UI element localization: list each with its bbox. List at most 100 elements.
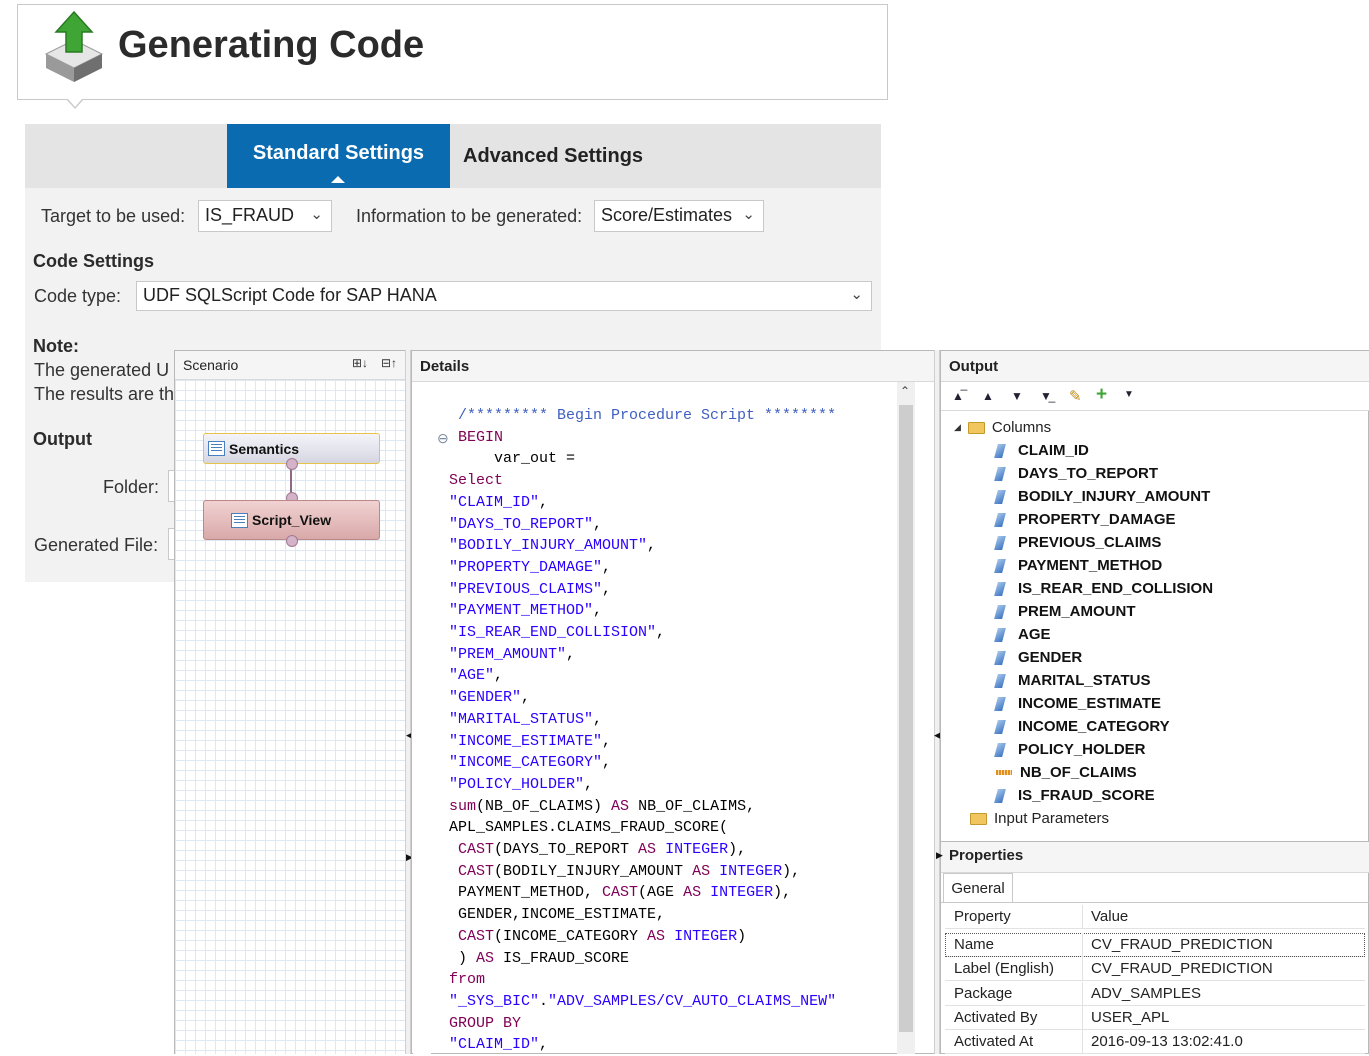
code-token: INTEGER bbox=[710, 884, 774, 902]
column-item[interactable]: AGE bbox=[994, 623, 1051, 646]
code-token: (INCOME_CATEGORY bbox=[494, 927, 648, 945]
column-divider bbox=[1082, 957, 1083, 982]
column-item[interactable]: GENDER bbox=[994, 646, 1082, 669]
column-item[interactable]: NB_OF_CLAIMS bbox=[996, 761, 1137, 784]
code-token: ), bbox=[728, 841, 747, 859]
property-row[interactable]: Name CV_FRAUD_PREDICTION bbox=[945, 933, 1365, 957]
code-token: "ADV_SAMPLES/CV_AUTO_CLAIMS_NEW" bbox=[548, 992, 837, 1010]
column-item[interactable]: MARITAL_STATUS bbox=[994, 669, 1151, 692]
column-item[interactable]: PREVIOUS_CLAIMS bbox=[994, 531, 1161, 554]
column-name: NB_OF_CLAIMS bbox=[1020, 764, 1137, 781]
code-token: "IS_REAR_END_COLLISION" bbox=[440, 624, 657, 642]
column-item[interactable]: CLAIM_ID bbox=[994, 439, 1089, 462]
edit-pencil-icon[interactable]: ✎ bbox=[1069, 387, 1082, 405]
attribute-icon bbox=[994, 535, 1006, 550]
code-token: from bbox=[440, 971, 486, 989]
scroll-up-icon[interactable]: ⌃ bbox=[900, 384, 910, 398]
properties-collapse-icon[interactable]: ▶ bbox=[936, 850, 943, 861]
collapse-all-icon[interactable]: ⊟↑ bbox=[381, 356, 397, 370]
chevron-down-icon: ⌄ bbox=[310, 206, 323, 223]
code-line: "IS_REAR_END_COLLISION", bbox=[440, 622, 836, 644]
code-token: AS bbox=[476, 949, 495, 967]
property-row[interactable]: Label (English) CV_FRAUD_PREDICTION bbox=[945, 957, 1365, 982]
scenario-title: Scenario bbox=[183, 357, 239, 373]
property-row[interactable]: Activated At 2016-09-13 13:02:41.0 bbox=[945, 1030, 1365, 1055]
column-item[interactable]: IS_REAR_END_COLLISION bbox=[994, 577, 1213, 600]
code-line: "PREM_AMOUNT", bbox=[440, 644, 836, 666]
column-name: PROPERTY_DAMAGE bbox=[1018, 511, 1176, 528]
code-type-select[interactable]: UDF SQLScript Code for SAP HANA ⌄ bbox=[136, 281, 872, 311]
active-tab-caret bbox=[331, 176, 345, 183]
column-item[interactable]: DAYS_TO_REPORT bbox=[994, 462, 1158, 485]
code-token: , bbox=[584, 775, 594, 793]
code-token: , bbox=[602, 754, 612, 772]
move-down-icon[interactable]: ▼ bbox=[1011, 389, 1023, 403]
script-view-node-icon bbox=[231, 512, 248, 528]
move-bottom-icon[interactable]: ▼̲ bbox=[1040, 389, 1052, 403]
column-name: BODILY_INJURY_AMOUNT bbox=[1018, 488, 1211, 505]
property-row[interactable]: Package ADV_SAMPLES bbox=[945, 981, 1365, 1006]
property-row[interactable]: Activated By USER_APL bbox=[945, 1005, 1365, 1030]
script-view-node-label: Script_View bbox=[252, 512, 332, 528]
info-select-value: Score/Estimates bbox=[601, 205, 733, 225]
columns-folder-row[interactable]: ◢ Columns bbox=[954, 416, 1051, 439]
column-item[interactable]: PAYMENT_METHOD bbox=[994, 554, 1162, 577]
code-token: "CLAIM_ID" bbox=[440, 1036, 540, 1054]
code-line: "PAYMENT_METHOD", bbox=[440, 600, 836, 622]
code-line: from bbox=[440, 969, 836, 991]
input-parameters-row[interactable]: Input Parameters bbox=[970, 807, 1109, 830]
tab-advanced-settings[interactable]: Advanced Settings bbox=[450, 124, 680, 188]
add-dropdown-icon[interactable]: ▼ bbox=[1124, 389, 1134, 400]
script-view-input-port[interactable] bbox=[286, 535, 298, 547]
page-title: Generating Code bbox=[118, 24, 425, 66]
property-key: Label (English) bbox=[954, 960, 1055, 978]
code-line: GROUP BY bbox=[440, 1013, 836, 1035]
code-type-value: UDF SQLScript Code for SAP HANA bbox=[143, 285, 437, 305]
move-up-icon[interactable]: ▲ bbox=[982, 389, 994, 403]
code-token: var_out = bbox=[440, 450, 576, 468]
code-line: "POLICY_HOLDER", bbox=[440, 774, 836, 796]
code-token: ) bbox=[737, 927, 747, 945]
tab-general[interactable]: General bbox=[943, 873, 1013, 903]
property-key: Activated At bbox=[954, 1033, 1034, 1051]
tree-expanded-icon[interactable]: ◢ bbox=[954, 422, 961, 433]
attribute-icon bbox=[994, 627, 1006, 642]
code-token: (DAYS_TO_REPORT bbox=[494, 841, 639, 859]
column-item[interactable]: POLICY_HOLDER bbox=[994, 738, 1146, 761]
info-select[interactable]: Score/Estimates ⌄ bbox=[594, 200, 764, 232]
code-line: CAST(BODILY_INJURY_AMOUNT AS INTEGER), bbox=[440, 861, 836, 883]
generate-code-icon bbox=[44, 10, 104, 82]
code-token: "GENDER" bbox=[440, 689, 522, 707]
script-view-node[interactable]: Script_View bbox=[203, 500, 380, 540]
code-line: sum(NB_OF_CLAIMS) AS NB_OF_CLAIMS, bbox=[440, 796, 836, 818]
column-item[interactable]: INCOME_ESTIMATE bbox=[994, 692, 1161, 715]
code-scrollbar-thumb[interactable] bbox=[899, 405, 913, 1032]
code-line: Select bbox=[440, 470, 836, 492]
details-title: Details bbox=[420, 358, 470, 375]
properties-header-row: Property Value bbox=[945, 905, 1365, 929]
column-item[interactable]: IS_FRAUD_SCORE bbox=[994, 784, 1155, 807]
column-item[interactable]: PREM_AMOUNT bbox=[994, 600, 1136, 623]
code-token: AS bbox=[647, 927, 666, 945]
code-token: "AGE" bbox=[440, 667, 495, 685]
column-item[interactable]: BODILY_INJURY_AMOUNT bbox=[994, 485, 1211, 508]
column-divider bbox=[1082, 1005, 1083, 1030]
folder-icon bbox=[970, 812, 987, 825]
code-token: (NB_OF_CLAIMS) bbox=[476, 797, 612, 815]
chevron-down-icon: ⌄ bbox=[742, 206, 755, 223]
title-pointer-inner bbox=[68, 99, 82, 107]
code-token: "PAYMENT_METHOD" bbox=[440, 602, 594, 620]
attribute-icon bbox=[994, 696, 1006, 711]
code-token: , bbox=[521, 689, 531, 707]
move-top-icon[interactable]: ▲̅ bbox=[952, 389, 964, 403]
column-item[interactable]: INCOME_CATEGORY bbox=[994, 715, 1170, 738]
expand-all-icon[interactable]: ⊞↓ bbox=[352, 356, 368, 370]
semantics-input-port[interactable] bbox=[286, 458, 298, 470]
code-line: "CLAIM_ID", bbox=[440, 1034, 836, 1056]
code-token: "PROPERTY_DAMAGE" bbox=[440, 558, 603, 576]
target-select[interactable]: IS_FRAUD ⌄ bbox=[198, 200, 332, 232]
column-name: IS_FRAUD_SCORE bbox=[1018, 787, 1155, 804]
add-icon[interactable]: + bbox=[1096, 384, 1107, 406]
column-item[interactable]: PROPERTY_DAMAGE bbox=[994, 508, 1176, 531]
